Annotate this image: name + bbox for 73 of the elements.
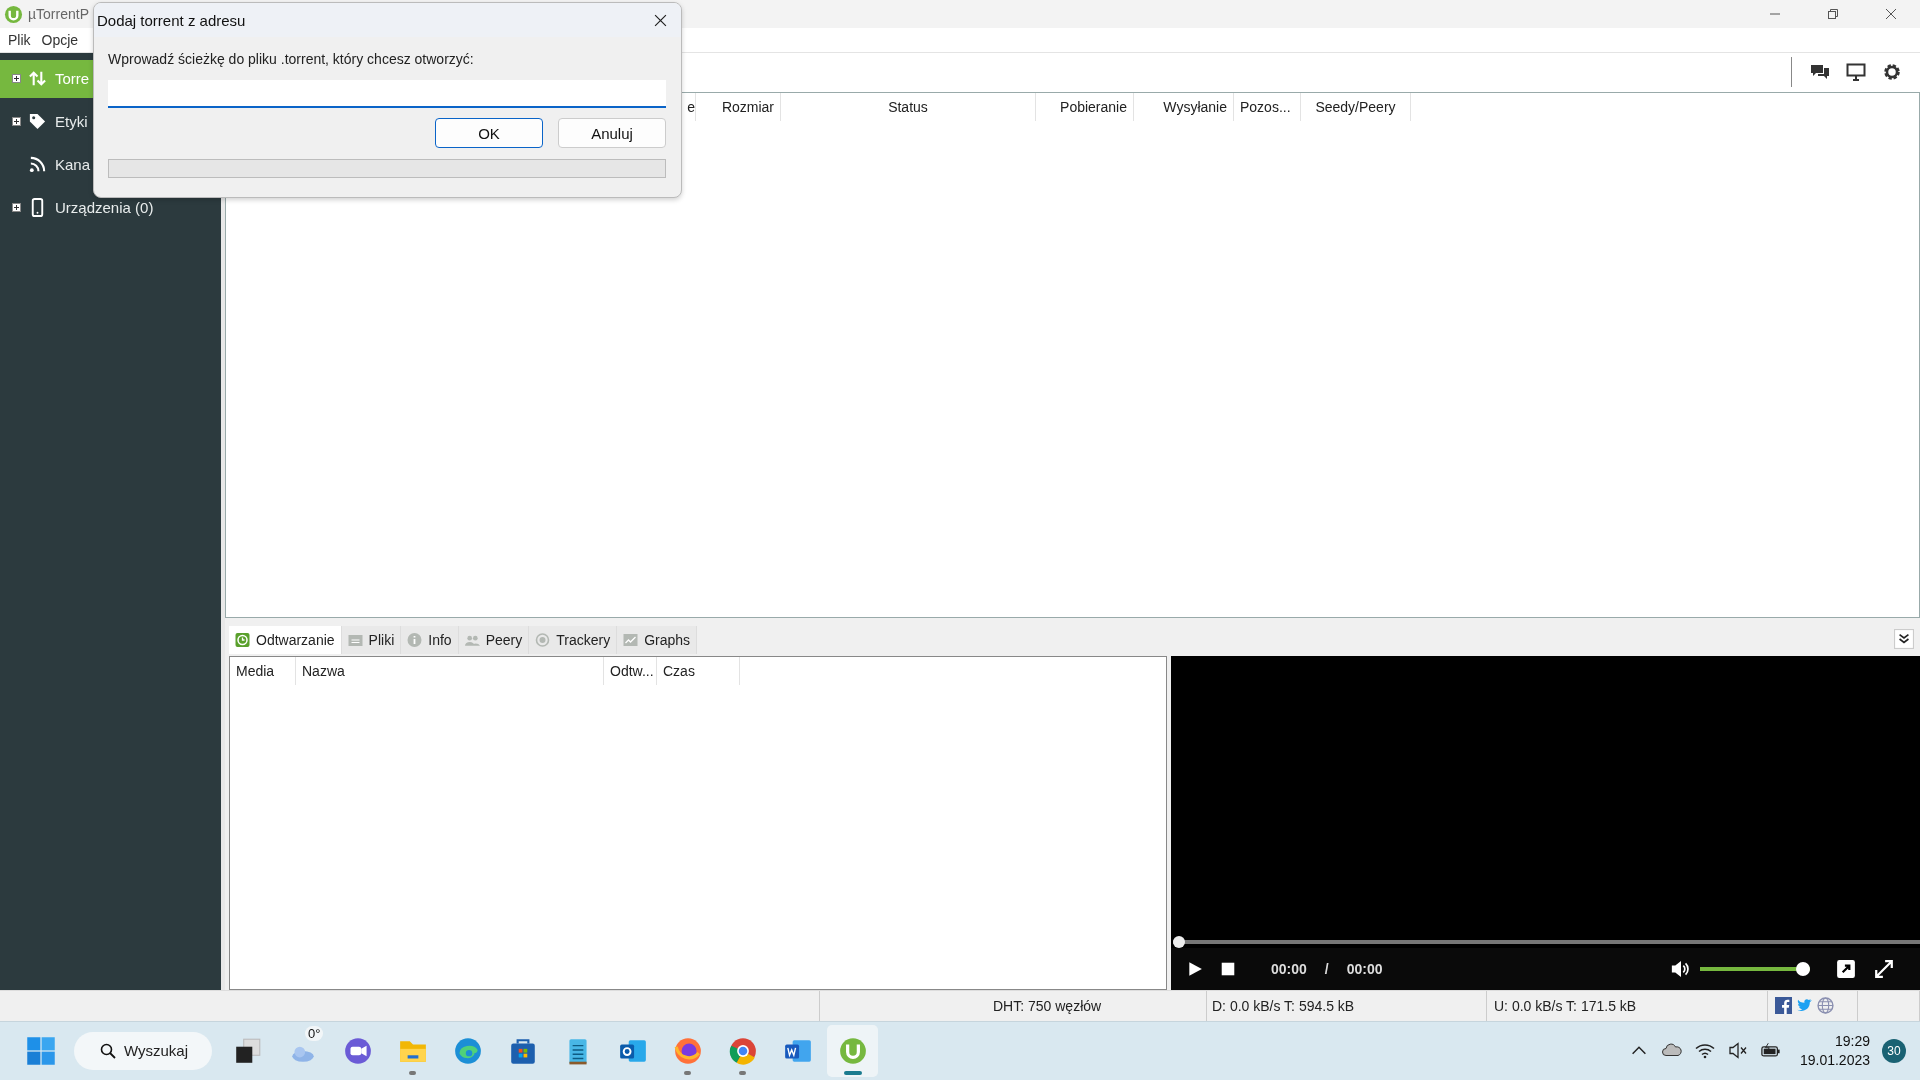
expand-icon[interactable] [12, 74, 21, 84]
column-header[interactable]: Media [230, 656, 296, 685]
menu-item[interactable]: Plik [8, 31, 31, 48]
seek-bar[interactable] [1173, 935, 1920, 948]
app-logo-icon [4, 4, 23, 24]
column-header[interactable]: Status [781, 92, 1036, 121]
dialog-title: Dodaj torrent z adresu [97, 11, 246, 29]
column-header[interactable]: Pobieranie [1036, 92, 1134, 121]
wifi-icon[interactable] [1694, 1042, 1715, 1060]
facebook-icon[interactable] [1775, 997, 1792, 1015]
seek-handle[interactable] [1173, 935, 1185, 948]
time-separator: / [1324, 960, 1329, 977]
sidebar-item[interactable]: Etyki [0, 102, 221, 141]
search-icon [100, 1042, 116, 1059]
notification-badge[interactable]: 30 [1882, 1038, 1906, 1063]
window-title: µTorrentP [28, 6, 89, 23]
search-button[interactable]: Wyszukaj [74, 1031, 212, 1070]
tag-icon [28, 112, 47, 132]
column-header[interactable]: Rozmiar [696, 92, 781, 121]
browser-icon[interactable] [672, 1035, 703, 1066]
settings-icon[interactable] [1882, 62, 1902, 83]
prompt-text: Wprowadź ścieżkę do pliku .torrent, który chcesz otworzyć: [108, 51, 475, 67]
browser-icon[interactable] [727, 1035, 758, 1066]
column-header[interactable]: Odtw... [604, 656, 657, 685]
browser-icon[interactable] [452, 1035, 483, 1066]
column-header[interactable]: Wysyłanie [1134, 92, 1234, 121]
rss-icon [28, 155, 47, 175]
popout-icon[interactable] [1836, 958, 1856, 979]
fullscreen-icon[interactable] [1874, 958, 1894, 979]
tab[interactable]: Odtwarzanie [229, 625, 342, 654]
info-icon [407, 632, 423, 647]
speaker-icon[interactable] [1670, 960, 1692, 977]
folder-icon [347, 632, 363, 647]
expand-icon[interactable] [12, 117, 21, 127]
clock[interactable]: 19:29 19.01.2023 [1799, 1031, 1870, 1070]
input-field[interactable] [108, 80, 666, 108]
globe-icon[interactable] [1817, 997, 1834, 1015]
play-icon[interactable] [1187, 960, 1203, 977]
restore-icon[interactable] [1827, 8, 1839, 21]
duration-time: 00:00 [1346, 960, 1383, 977]
muted-speaker-icon[interactable] [1727, 1042, 1748, 1060]
monitor-icon[interactable] [1846, 62, 1866, 83]
start-icon[interactable] [26, 1035, 56, 1066]
sidebar-item[interactable]: Kana [0, 145, 221, 184]
column-header[interactable]: Pozos... [1234, 92, 1301, 121]
download-status: D: 0.0 kB/s T: 594.5 kB [1207, 990, 1487, 1021]
sidebar-item[interactable]: Urządzenia (0) [0, 188, 221, 227]
battery-icon[interactable] [1760, 1042, 1781, 1060]
tab[interactable]: Peery [458, 625, 530, 654]
close-icon[interactable] [1885, 8, 1897, 21]
stop-icon[interactable] [1220, 960, 1236, 977]
column-header[interactable]: Nazwa [296, 656, 604, 685]
clock-time: 19:29 [1834, 1031, 1870, 1051]
temperature-label: 0° [305, 1025, 324, 1041]
dht-status: DHT: 750 węzłów [820, 990, 1207, 1021]
tab[interactable]: Graphs [617, 625, 698, 654]
expand-icon[interactable] [12, 203, 21, 213]
clock-date: 19.01.2023 [1799, 1050, 1870, 1070]
chart-icon [623, 632, 639, 647]
tab[interactable]: Trackery [529, 625, 618, 654]
tab[interactable]: Pliki [341, 625, 402, 654]
close-icon[interactable] [654, 13, 667, 27]
clock-icon [235, 632, 250, 647]
target-icon [535, 632, 551, 647]
column-header[interactable]: Czas [657, 656, 740, 685]
tab[interactable]: Info [401, 625, 459, 654]
elapsed-time: 00:00 [1271, 960, 1307, 977]
collapse-icon[interactable] [1894, 628, 1914, 649]
column-header[interactable]: Seedy/Peery [1301, 92, 1411, 121]
cancel-button[interactable]: Anuluj [558, 118, 666, 148]
ok-button[interactable]: OK [435, 118, 543, 148]
menu-item[interactable]: Opcje [41, 31, 79, 48]
upload-status: U: 0.0 kB/s T: 171.5 kB [1487, 990, 1768, 1021]
